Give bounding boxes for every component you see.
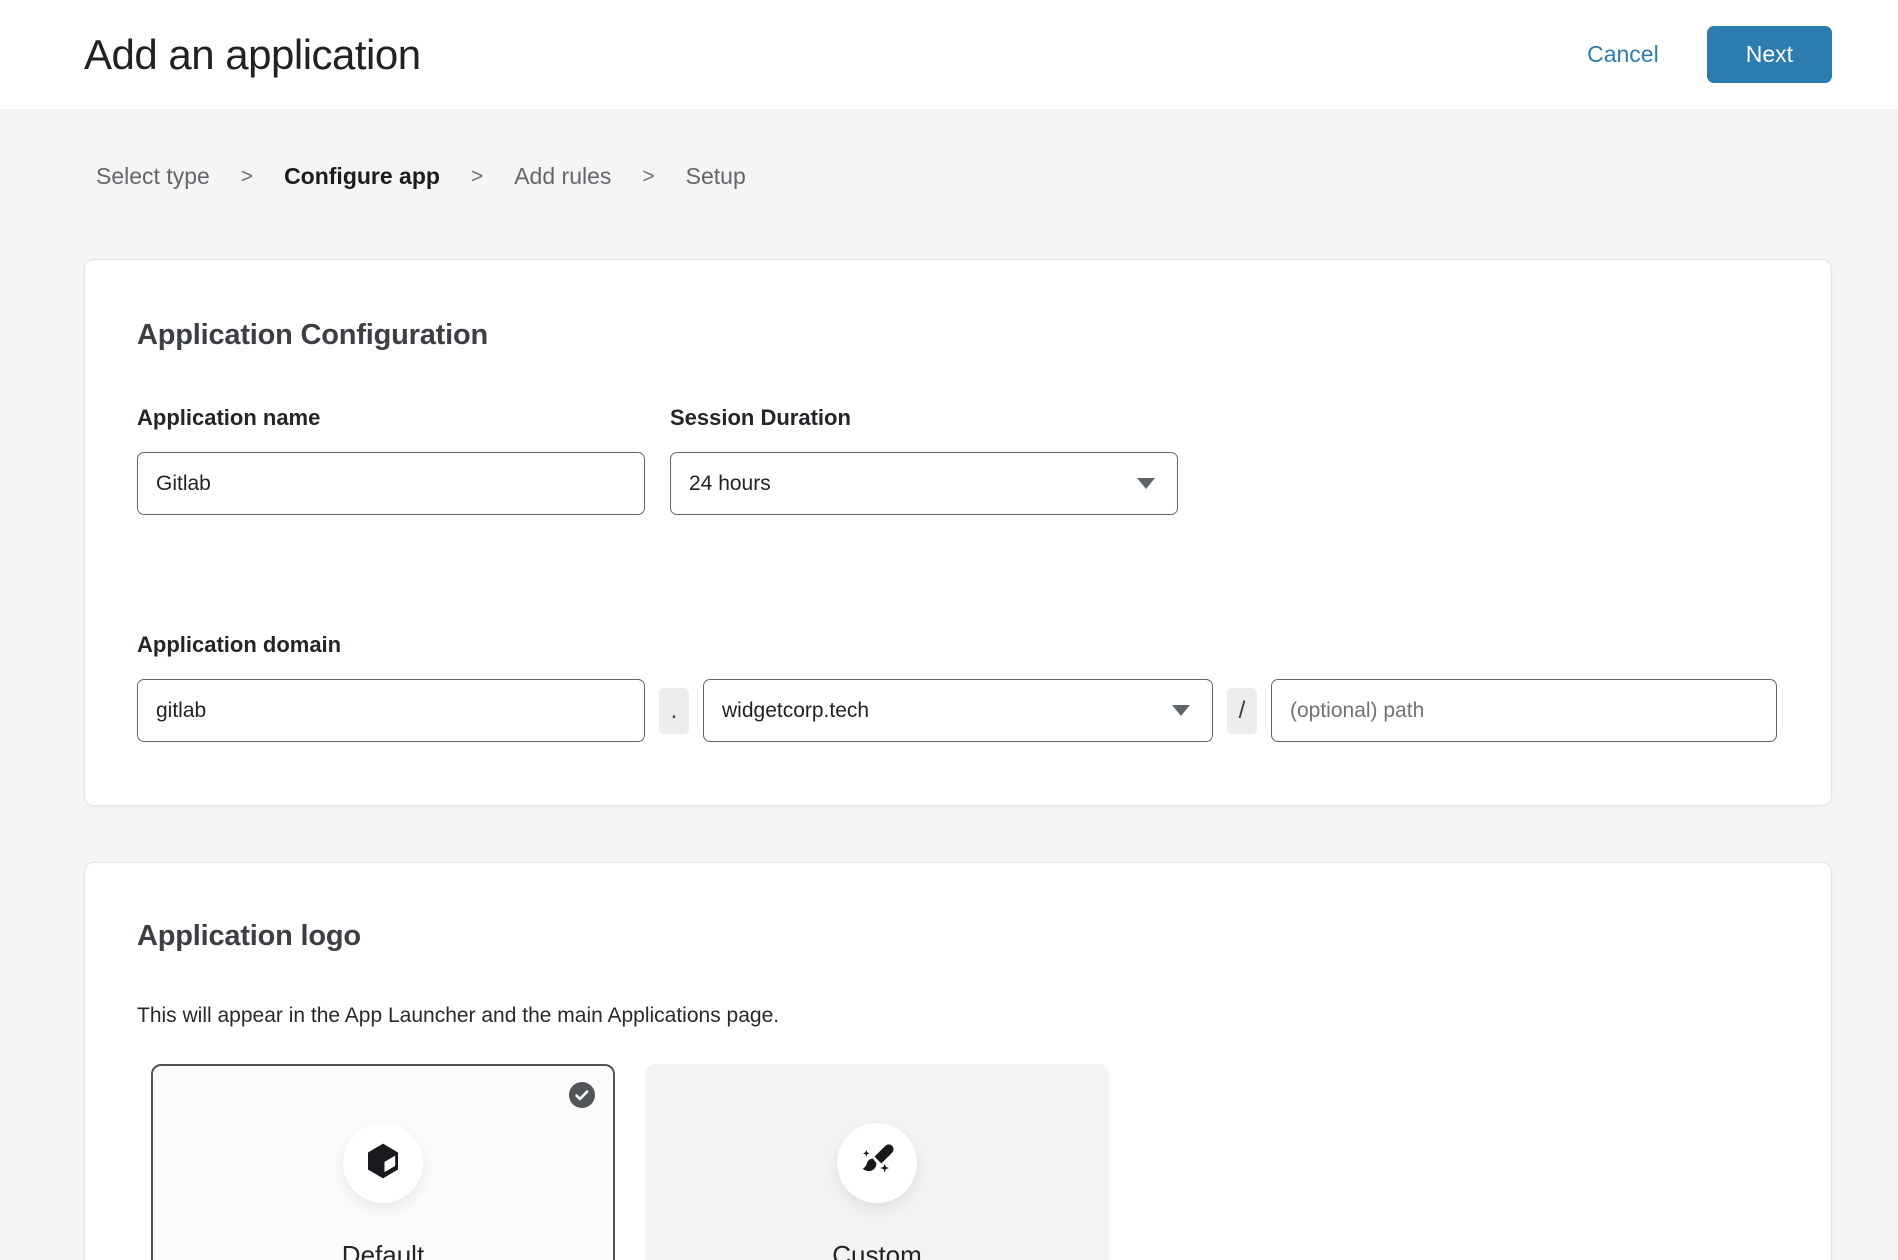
application-logo-description: This will appear in the App Launcher and…: [137, 1004, 1777, 1028]
logo-option-default[interactable]: Default: [151, 1064, 615, 1260]
custom-logo-circle: [837, 1123, 917, 1203]
paintbrush-icon: [857, 1141, 897, 1186]
path-input[interactable]: [1271, 679, 1777, 742]
chevron-down-icon: [1172, 705, 1190, 716]
breadcrumb-separator: >: [642, 165, 654, 189]
slash-separator: /: [1227, 688, 1257, 734]
selected-check-icon: [569, 1082, 595, 1108]
page-title: Add an application: [84, 31, 421, 79]
logo-option-tiles: Default Custom: [151, 1064, 1777, 1260]
application-domain-label: Application domain: [137, 632, 1777, 658]
cube-icon: [363, 1141, 403, 1186]
application-name-input[interactable]: [137, 452, 645, 515]
subdomain-input[interactable]: [137, 679, 645, 742]
application-name-label: Application name: [137, 405, 645, 431]
session-duration-field: Session Duration 24 hours: [670, 405, 1178, 515]
page-header: Add an application Cancel Next: [0, 0, 1898, 109]
logo-option-custom[interactable]: Custom: [645, 1064, 1109, 1260]
wizard-breadcrumb: Select type > Configure app > Add rules …: [96, 163, 1898, 190]
step-add-rules[interactable]: Add rules: [514, 163, 611, 190]
header-actions: Cancel Next: [1587, 26, 1832, 83]
logo-option-label: Default: [342, 1240, 424, 1260]
session-duration-select[interactable]: 24 hours: [670, 452, 1178, 515]
application-configuration-heading: Application Configuration: [137, 319, 1777, 352]
step-select-type[interactable]: Select type: [96, 163, 210, 190]
session-duration-value: 24 hours: [689, 472, 771, 496]
breadcrumb-separator: >: [241, 165, 253, 189]
domain-select[interactable]: widgetcorp.tech: [703, 679, 1213, 742]
chevron-down-icon: [1137, 478, 1155, 489]
application-domain-row: . widgetcorp.tech /: [137, 679, 1777, 742]
application-logo-heading: Application logo: [137, 920, 1777, 953]
step-configure-app[interactable]: Configure app: [284, 163, 440, 190]
application-configuration-card: Application Configuration Application na…: [84, 259, 1832, 806]
default-logo-circle: [343, 1123, 423, 1203]
cancel-button[interactable]: Cancel: [1587, 41, 1659, 68]
step-setup[interactable]: Setup: [686, 163, 746, 190]
application-logo-card: Application logo This will appear in the…: [84, 862, 1832, 1260]
session-duration-label: Session Duration: [670, 405, 1178, 431]
domain-select-value: widgetcorp.tech: [722, 699, 869, 723]
dot-separator: .: [659, 688, 689, 734]
next-button[interactable]: Next: [1707, 26, 1832, 83]
application-name-field: Application name: [137, 405, 645, 515]
breadcrumb-separator: >: [471, 165, 483, 189]
logo-option-label: Custom: [832, 1240, 922, 1260]
